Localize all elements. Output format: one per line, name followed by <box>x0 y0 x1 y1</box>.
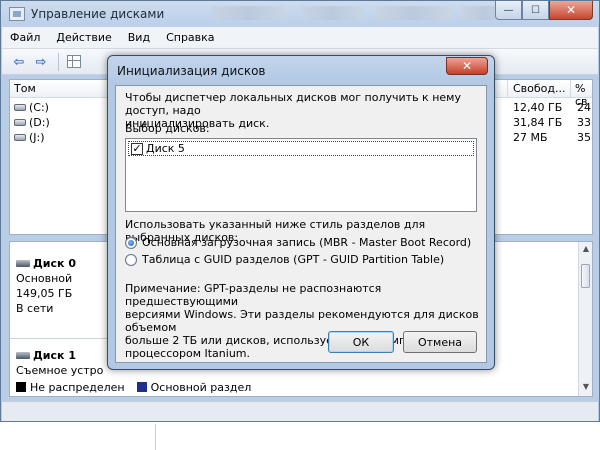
toolbar-separator <box>58 53 59 71</box>
close-button[interactable]: ✕ <box>549 1 593 20</box>
hard-disk-icon <box>16 260 30 267</box>
disk-1-info[interactable]: Диск 1 Съемное устро <box>16 348 103 378</box>
dialog-body: Чтобы диспетчер локальных дисков мог пол… <box>115 85 487 363</box>
menu-file[interactable]: Файл <box>2 31 48 44</box>
disk-type: Съемное устро <box>16 364 104 377</box>
checkmark-icon: ✓ <box>132 141 142 155</box>
scroll-down-icon[interactable]: ▼ <box>581 382 591 391</box>
background-tab-blur <box>211 6 286 20</box>
volume-name: (J:) <box>29 130 45 144</box>
option-mbr[interactable]: Основная загрузочная запись (MBR - Maste… <box>125 236 471 249</box>
list-item[interactable]: ✓ Диск 5 <box>128 141 474 156</box>
drive-icon <box>14 118 26 126</box>
note-line: Примечание: GPT-разделы не распознаются … <box>125 282 382 308</box>
mbr-radio[interactable] <box>125 236 137 249</box>
legend-swatch-primary <box>136 382 147 392</box>
volume-free: 12,40 ГБ <box>513 101 563 114</box>
legend: Не распределен Основной раздел <box>10 378 578 396</box>
disk-view-scrollbar[interactable]: ▲ ▼ <box>578 242 592 396</box>
disk-status: В сети <box>16 302 54 315</box>
maximize-button[interactable]: ☐ <box>522 1 549 20</box>
cancel-button[interactable]: Отмена <box>403 331 477 353</box>
menu-view[interactable]: Вид <box>120 31 158 44</box>
disk-selection-list[interactable]: ✓ Диск 5 <box>125 138 477 212</box>
legend-label-primary: Основной раздел <box>150 380 252 394</box>
close-icon: ✕ <box>461 59 473 73</box>
scroll-up-icon[interactable]: ▲ <box>581 244 591 253</box>
disk-size: 149,05 ГБ <box>16 287 73 300</box>
background-tab-blur <box>301 6 363 20</box>
disk-0-info[interactable]: Диск 0 Основной 149,05 ГБ В сети <box>16 256 76 316</box>
table-row[interactable]: (D:) <box>14 114 50 130</box>
menu-bar: Файл Действие Вид Справка <box>2 27 598 49</box>
close-icon: ✕ <box>565 3 577 17</box>
dialog-title: Инициализация дисков <box>117 64 266 78</box>
disk-name: Диск 0 <box>33 257 76 270</box>
table-row[interactable]: (C:) <box>14 99 49 115</box>
back-arrow-icon[interactable]: ⇦ <box>10 54 28 70</box>
grid-view-icon[interactable] <box>67 55 81 68</box>
column-header-volume[interactable]: Том <box>14 82 36 95</box>
intro-line: Чтобы диспетчер локальных дисков мог пол… <box>125 91 461 117</box>
volume-free: 27 МБ <box>513 131 548 144</box>
volume-free: 31,84 ГБ <box>513 116 563 129</box>
volume-percent: 35 <box>577 131 591 144</box>
volume-percent: 33 <box>577 116 591 129</box>
menu-action[interactable]: Действие <box>48 31 119 44</box>
disk-name: Диск 1 <box>33 349 76 362</box>
disk-item-label: Диск 5 <box>146 142 185 155</box>
disk-management-app-icon <box>9 7 25 21</box>
menu-help[interactable]: Справка <box>158 31 222 44</box>
maximize-icon: ☐ <box>531 4 540 16</box>
window-controls: — ☐ ✕ <box>495 1 593 21</box>
legend-label-unallocated: Не распределен <box>30 380 125 394</box>
table-row[interactable]: (J:) <box>14 129 45 145</box>
volume-name: (C:) <box>29 100 49 114</box>
disk-type: Основной <box>16 272 73 285</box>
forward-arrow-icon[interactable]: ⇨ <box>32 54 50 70</box>
window-title: Управление дисками <box>31 7 165 21</box>
disk-separator <box>10 338 110 339</box>
column-header-free[interactable]: Свобод... <box>513 82 566 95</box>
column-separator <box>570 80 571 98</box>
removable-disk-icon <box>16 352 30 359</box>
volume-name: (D:) <box>29 115 50 129</box>
status-bar <box>2 401 598 421</box>
dialog-close-button[interactable]: ✕ <box>446 57 488 75</box>
background-divider <box>155 424 156 450</box>
minimize-button[interactable]: — <box>495 1 522 20</box>
column-separator <box>507 80 508 98</box>
title-bar[interactable]: Управление дисками — ☐ ✕ <box>1 1 599 27</box>
drive-icon <box>14 133 26 141</box>
ok-button[interactable]: ОК <box>328 331 394 353</box>
option-gpt[interactable]: Таблица с GUID разделов (GPT - GUID Part… <box>125 253 444 266</box>
mbr-label: Основная загрузочная запись (MBR - Maste… <box>142 236 472 249</box>
volume-percent: 24 <box>577 101 591 114</box>
legend-swatch-unallocated <box>16 382 26 392</box>
select-disks-label: Выбор дисков: <box>125 122 210 135</box>
initialize-disk-dialog: Инициализация дисков ✕ Чтобы диспетчер л… <box>107 55 495 370</box>
gpt-radio[interactable] <box>125 253 137 266</box>
background-tab-blur <box>376 6 451 20</box>
disk-checkbox[interactable]: ✓ <box>131 141 143 155</box>
drive-icon <box>14 103 26 111</box>
minimize-icon: — <box>503 4 514 16</box>
gpt-label: Таблица с GUID разделов (GPT - GUID Part… <box>142 253 445 266</box>
scrollbar-thumb[interactable] <box>581 264 590 288</box>
